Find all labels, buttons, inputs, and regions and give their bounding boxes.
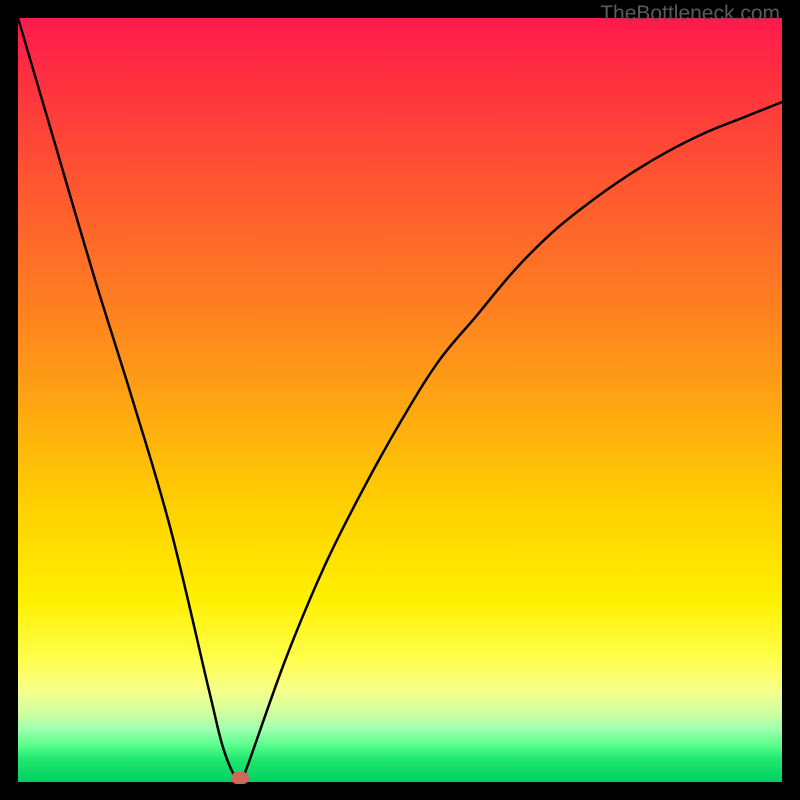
watermark-text: TheBottleneck.com bbox=[600, 2, 780, 26]
curve-svg bbox=[18, 18, 782, 782]
chart-container: TheBottleneck.com bbox=[0, 0, 800, 800]
bottleneck-curve bbox=[18, 18, 782, 782]
optimal-marker bbox=[231, 772, 249, 784]
plot-area bbox=[18, 18, 782, 782]
